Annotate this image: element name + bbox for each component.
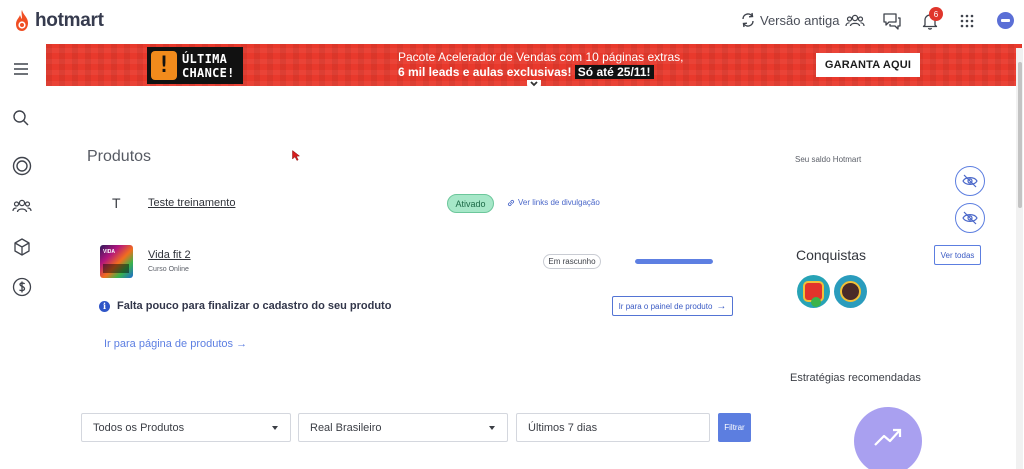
refresh-icon xyxy=(742,12,754,28)
caret-down-icon xyxy=(489,426,495,430)
cube-icon[interactable] xyxy=(12,237,32,257)
chat-icon[interactable] xyxy=(882,11,902,31)
dollar-icon[interactable] xyxy=(12,277,32,297)
banner-message: Pacote Acelerador de Vendas com 10 págin… xyxy=(398,50,684,80)
link-icon xyxy=(507,199,515,206)
banner-line-2: 6 mil leads e aulas exclusivas! xyxy=(398,65,572,79)
product-type: Curso Online xyxy=(148,266,189,273)
products-select[interactable]: Todos os Produtos xyxy=(81,413,291,442)
page-title: Produtos xyxy=(87,148,152,165)
old-version-link[interactable]: Versão antiga xyxy=(740,12,840,28)
target-icon[interactable] xyxy=(12,156,32,176)
strategy-card[interactable] xyxy=(854,407,922,469)
users-icon[interactable] xyxy=(12,198,32,216)
achievements-title: Conquistas xyxy=(796,247,867,263)
product-thumbnail-text: VIDA xyxy=(103,249,115,255)
mouse-cursor-icon xyxy=(292,150,300,161)
registration-progress-fill xyxy=(635,259,713,264)
product-panel-button[interactable]: Ir para o painel de produto → xyxy=(612,296,733,316)
achievement-medal-icon[interactable] xyxy=(834,275,867,308)
last-chance-badge: ! ÚLTIMA CHANCE! xyxy=(147,47,243,84)
balance-label: Seu saldo Hotmart xyxy=(795,155,862,164)
arrow-right-icon: → xyxy=(236,338,248,350)
chevron-down-icon xyxy=(530,81,538,87)
flame-icon xyxy=(16,10,28,31)
check-icon xyxy=(811,297,821,307)
eye-off-icon xyxy=(962,174,978,188)
caret-down-icon xyxy=(272,426,278,430)
info-icon: i xyxy=(99,300,110,312)
trend-up-icon xyxy=(874,428,902,446)
top-header: hotmart Versão antiga 6 xyxy=(0,0,1024,44)
menu-icon[interactable] xyxy=(13,62,29,76)
product-thumbnail[interactable]: VIDA xyxy=(100,245,133,278)
products-select-value: Todos os Produtos xyxy=(93,421,185,434)
logo-text: hotmart xyxy=(35,10,104,31)
affiliate-links-label: Ver links de divulgação xyxy=(518,198,600,207)
currency-select[interactable]: Real Brasileiro xyxy=(298,413,508,442)
hide-values-button[interactable] xyxy=(955,203,985,233)
period-select-value: Últimos 7 dias xyxy=(528,421,598,434)
badge-line-2: CHANCE! xyxy=(182,65,235,80)
see-all-button[interactable]: Ver todas xyxy=(934,245,981,265)
status-badge-draft: Em rascunho xyxy=(543,254,601,269)
eye-off-icon xyxy=(962,211,978,225)
registration-progress-bar xyxy=(635,259,713,264)
product-initial: T xyxy=(112,195,121,211)
product-name-link[interactable]: Teste treinamento xyxy=(148,197,235,209)
scrollbar-thumb[interactable] xyxy=(1018,62,1022,208)
registration-info: i Falta pouco para finalizar o cadastro … xyxy=(99,300,391,312)
search-icon[interactable] xyxy=(12,109,30,127)
registration-info-text: Falta pouco para finalizar o cadastro do… xyxy=(117,300,392,312)
filter-button[interactable]: Filtrar xyxy=(718,413,751,442)
period-select[interactable]: Últimos 7 dias xyxy=(516,413,710,442)
banner-deadline: Só até 25/11! xyxy=(574,65,654,79)
product-name-link[interactable]: Vida fit 2 xyxy=(148,249,191,261)
badge-line-1: ÚLTIMA xyxy=(182,51,228,66)
arrow-right-icon: → xyxy=(716,300,727,312)
warning-icon: ! xyxy=(151,51,177,80)
currency-select-value: Real Brasileiro xyxy=(310,421,382,434)
products-page-label: Ir para página de produtos xyxy=(104,338,234,350)
banner-line-1: Pacote Acelerador de Vendas com 10 págin… xyxy=(398,50,684,64)
notification-badge: 6 xyxy=(929,7,943,21)
status-badge-active: Ativado xyxy=(447,194,494,213)
strategies-label: Estratégias recomendadas xyxy=(790,372,921,384)
product-panel-label: Ir para o painel de produto xyxy=(618,301,713,311)
hide-balance-button[interactable] xyxy=(955,166,985,196)
products-page-link[interactable]: Ir para página de produtos → xyxy=(104,338,247,350)
affiliate-links-link[interactable]: Ver links de divulgação xyxy=(507,198,600,207)
user-avatar[interactable] xyxy=(997,12,1014,29)
old-version-label: Versão antiga xyxy=(760,12,840,28)
banner-collapse-toggle[interactable] xyxy=(527,80,541,91)
community-icon[interactable] xyxy=(845,11,865,31)
apps-grid-icon[interactable] xyxy=(960,14,974,28)
guarantee-button[interactable]: GARANTA AQUI xyxy=(816,53,920,77)
hotmart-logo[interactable]: hotmart xyxy=(12,9,104,33)
